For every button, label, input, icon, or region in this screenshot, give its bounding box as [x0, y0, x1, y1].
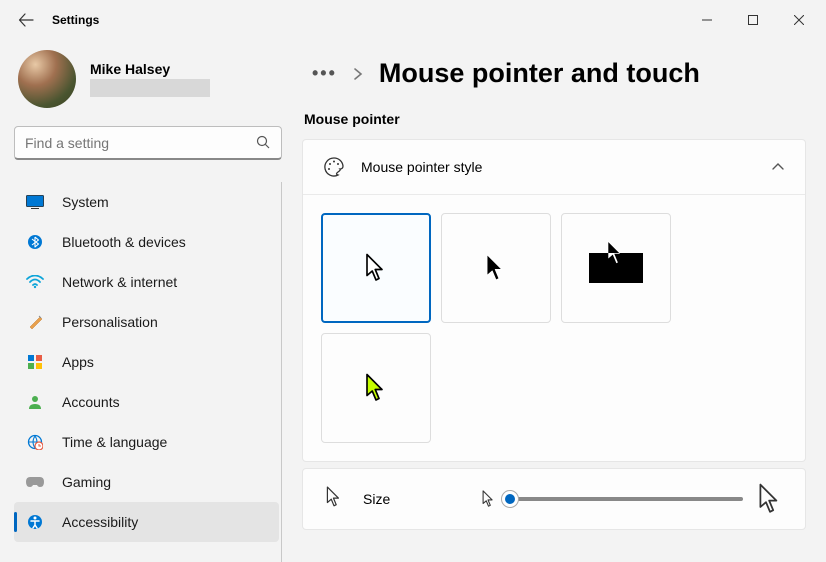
sidebar-item-accessibility[interactable]: Accessibility: [14, 502, 279, 542]
person-icon: [26, 393, 44, 411]
user-sub-placeholder: [90, 79, 210, 97]
sidebar-item-gaming[interactable]: Gaming: [14, 462, 279, 502]
globe-clock-icon: [26, 433, 44, 451]
section-label: Mouse pointer: [304, 111, 806, 127]
breadcrumb-more[interactable]: •••: [312, 63, 337, 84]
nav-label: Personalisation: [62, 314, 158, 330]
cursor-small-icon: [481, 490, 496, 508]
paintbrush-icon: [26, 313, 44, 331]
size-slider-wrap: [481, 483, 783, 515]
nav-label: Gaming: [62, 474, 111, 490]
maximize-button[interactable]: [730, 0, 776, 40]
nav-label: Apps: [62, 354, 94, 370]
back-button[interactable]: [4, 0, 48, 40]
size-label: Size: [363, 491, 463, 507]
titlebar: Settings: [0, 0, 826, 40]
sidebar-item-apps[interactable]: Apps: [14, 342, 279, 382]
nav-label: Accounts: [62, 394, 120, 410]
cursor-custom-icon: [363, 373, 389, 403]
search-box[interactable]: [14, 126, 282, 160]
avatar: [18, 50, 76, 108]
user-name: Mike Halsey: [90, 61, 278, 77]
sidebar-item-time-language[interactable]: Time & language: [14, 422, 279, 462]
size-slider[interactable]: [510, 497, 743, 501]
palette-icon: [323, 156, 345, 178]
pointer-size-card: Size: [302, 468, 806, 530]
sidebar-item-network[interactable]: Network & internet: [14, 262, 279, 302]
cursor-large-icon: [757, 483, 783, 515]
gamepad-icon: [26, 473, 44, 491]
bluetooth-icon: [26, 233, 44, 251]
minimize-button[interactable]: [684, 0, 730, 40]
page-title: Mouse pointer and touch: [379, 58, 700, 89]
chevron-right-icon: [353, 67, 363, 81]
window-controls: [684, 0, 822, 40]
nav-label: Network & internet: [62, 274, 177, 290]
breadcrumb: ••• Mouse pointer and touch: [302, 40, 806, 111]
pointer-style-white[interactable]: [321, 213, 431, 323]
pointer-style-black[interactable]: [441, 213, 551, 323]
nav: System Bluetooth & devices Network & int…: [14, 182, 282, 562]
app-title: Settings: [52, 13, 99, 27]
nav-label: Accessibility: [62, 514, 138, 530]
apps-icon: [26, 353, 44, 371]
cursor-inverted-icon: [604, 239, 628, 267]
nav-label: System: [62, 194, 109, 210]
cursor-black-icon: [483, 253, 509, 283]
cursor-size-icon: [325, 486, 345, 513]
close-button[interactable]: [776, 0, 822, 40]
nav-label: Bluetooth & devices: [62, 234, 186, 250]
chevron-up-icon: [771, 160, 785, 174]
main-content: ••• Mouse pointer and touch Mouse pointe…: [296, 40, 826, 562]
sidebar-item-personalisation[interactable]: Personalisation: [14, 302, 279, 342]
arrow-left-icon: [18, 12, 34, 28]
search-input[interactable]: [25, 135, 256, 151]
accessibility-icon: [26, 513, 44, 531]
user-block[interactable]: Mike Halsey: [14, 40, 282, 126]
minimize-icon: [702, 15, 712, 25]
sidebar: Mike Halsey System Bluetooth & devices N…: [0, 40, 296, 562]
nav-label: Time & language: [62, 434, 167, 450]
cursor-white-icon: [363, 253, 389, 283]
sidebar-item-accounts[interactable]: Accounts: [14, 382, 279, 422]
search-icon: [256, 135, 271, 150]
maximize-icon: [748, 15, 758, 25]
style-options: [303, 194, 805, 461]
pointer-style-header[interactable]: Mouse pointer style: [303, 140, 805, 194]
card-title: Mouse pointer style: [361, 159, 755, 175]
slider-thumb[interactable]: [501, 490, 519, 508]
wifi-icon: [26, 273, 44, 291]
sidebar-item-bluetooth[interactable]: Bluetooth & devices: [14, 222, 279, 262]
pointer-style-custom[interactable]: [321, 333, 431, 443]
close-icon: [794, 15, 804, 25]
pointer-style-inverted[interactable]: [561, 213, 671, 323]
pointer-style-card: Mouse pointer style: [302, 139, 806, 462]
display-icon: [26, 193, 44, 211]
inverted-swatch: [589, 253, 643, 283]
sidebar-item-system[interactable]: System: [14, 182, 279, 222]
